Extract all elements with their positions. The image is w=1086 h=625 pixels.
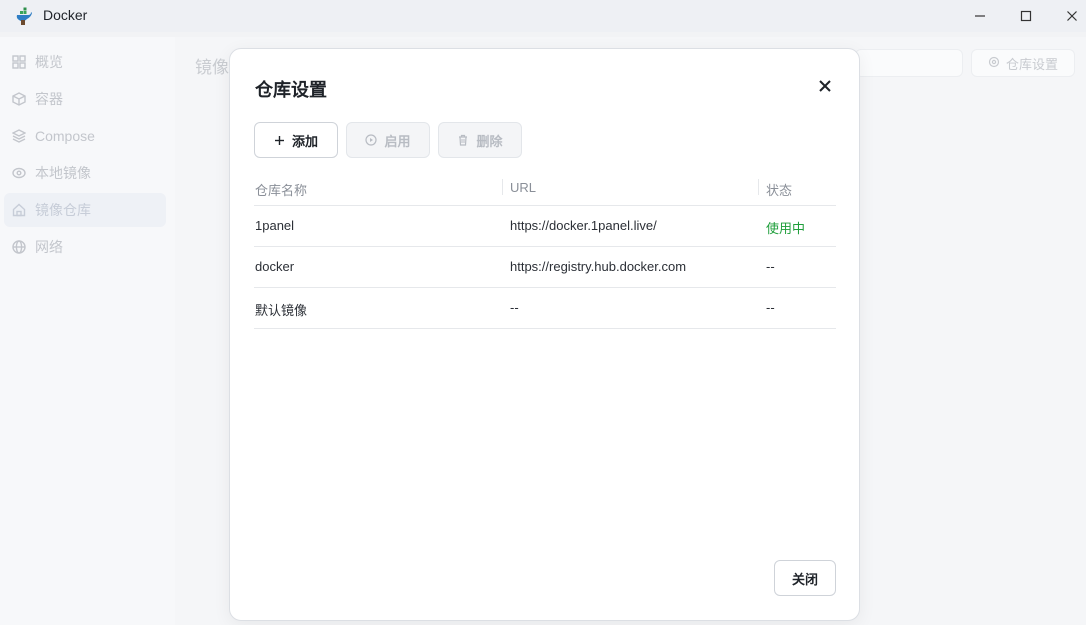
grid-icon [12, 55, 26, 69]
add-button[interactable]: 添加 [254, 122, 338, 158]
docker-logo-icon [14, 6, 34, 26]
maximize-button[interactable] [1003, 0, 1049, 32]
delete-button[interactable]: 删除 [438, 122, 522, 158]
registry-url: -- [510, 300, 519, 315]
plus-icon [274, 135, 284, 145]
table-row[interactable]: 默认镜像 -- -- [254, 288, 836, 329]
registry-table: 仓库名称 URL 状态 1panel https://docker.1panel… [254, 170, 836, 329]
registry-settings-dialog: 仓库设置 添加 启用 删除 仓库名称 URL 状态 1panel https:/… [229, 48, 860, 621]
sidebar-item-label: Compose [35, 128, 95, 144]
box-icon [12, 92, 26, 106]
close-icon [819, 80, 831, 92]
column-header-url[interactable]: URL [510, 180, 536, 195]
registry-settings-button[interactable]: 仓库设置 [971, 49, 1075, 77]
dialog-title: 仓库设置 [255, 80, 327, 100]
column-divider[interactable] [758, 179, 759, 195]
layers-icon [12, 129, 26, 143]
registry-url: https://docker.1panel.live/ [510, 218, 657, 233]
dialog-close-button[interactable] [814, 75, 836, 97]
add-button-label: 添加 [291, 133, 318, 149]
globe-icon [12, 240, 26, 254]
sidebar-item-image-registry[interactable]: 镜像仓库 [4, 193, 166, 227]
sidebar: 概览 容器 Compose 本地镜像 镜像仓库 网络 [0, 37, 175, 625]
status-badge: 使用中 [766, 221, 806, 236]
window-close-button[interactable] [1049, 0, 1086, 32]
registry-settings-label: 仓库设置 [1005, 56, 1058, 72]
status-badge: -- [766, 300, 775, 315]
window-title: Docker [43, 7, 88, 23]
sidebar-item-network[interactable]: 网络 [4, 230, 166, 264]
table-row[interactable]: docker https://registry.hub.docker.com -… [254, 247, 836, 288]
table-row[interactable]: 1panel https://docker.1panel.live/ 使用中 [254, 206, 836, 247]
maximize-icon [1020, 10, 1032, 22]
sidebar-item-label: 本地镜像 [35, 165, 91, 181]
column-divider[interactable] [502, 179, 503, 195]
registry-name: docker [255, 259, 295, 274]
close-icon [1067, 11, 1077, 21]
sidebar-item-containers[interactable]: 容器 [4, 82, 166, 116]
home-icon [12, 203, 26, 217]
column-header-status[interactable]: 状态 [766, 180, 792, 199]
play-circle-icon [365, 134, 378, 146]
registry-name: 1panel [255, 218, 295, 233]
minimize-icon [975, 15, 985, 17]
sidebar-item-label: 镜像仓库 [35, 202, 91, 218]
sidebar-item-label: 网络 [35, 239, 63, 255]
search-input[interactable] [855, 49, 963, 77]
delete-button-label: 删除 [476, 133, 503, 149]
column-header-name[interactable]: 仓库名称 [255, 180, 307, 199]
registry-url: https://registry.hub.docker.com [510, 259, 687, 274]
close-button[interactable]: 关闭 [774, 560, 836, 596]
minimize-button[interactable] [957, 0, 1003, 32]
sidebar-item-compose[interactable]: Compose [4, 119, 166, 153]
trash-icon [459, 134, 468, 146]
sidebar-item-overview[interactable]: 概览 [4, 45, 166, 79]
sidebar-item-local-images[interactable]: 本地镜像 [4, 156, 166, 190]
title-bar: Docker [0, 0, 1086, 32]
registry-name: 默认镜像 [255, 303, 308, 318]
status-badge: -- [766, 259, 775, 274]
sidebar-item-label: 容器 [35, 91, 63, 107]
enable-button-label: 启用 [384, 133, 411, 149]
gear-icon [988, 56, 1000, 71]
sidebar-item-label: 概览 [35, 54, 63, 70]
disc-icon [12, 166, 26, 180]
enable-button[interactable]: 启用 [346, 122, 430, 158]
table-header: 仓库名称 URL 状态 [254, 170, 836, 206]
